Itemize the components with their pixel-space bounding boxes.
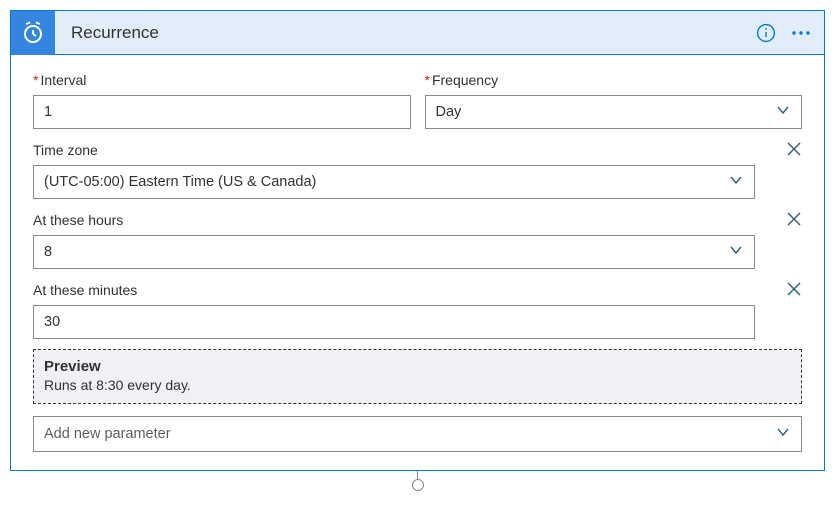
interval-field: *Interval	[33, 69, 411, 129]
timezone-remove-icon[interactable]	[786, 141, 802, 160]
minutes-field: At these minutes	[33, 279, 802, 339]
card-header[interactable]: Recurrence	[11, 11, 824, 55]
hours-label: At these hours	[33, 212, 123, 228]
connector-line	[417, 471, 418, 479]
connector	[10, 471, 825, 491]
info-icon[interactable]	[756, 23, 776, 43]
preview-text: Runs at 8:30 every day.	[44, 377, 791, 393]
minutes-label: At these minutes	[33, 282, 137, 298]
preview-box: Preview Runs at 8:30 every day.	[33, 349, 802, 404]
frequency-value: Day	[436, 104, 462, 120]
card-title[interactable]: Recurrence	[71, 23, 756, 43]
chevron-down-icon	[775, 102, 791, 122]
recurrence-card: Recurrence *Interval	[10, 10, 825, 471]
interval-input-wrap	[33, 95, 411, 129]
chevron-down-icon	[728, 242, 744, 262]
more-icon[interactable]	[790, 23, 812, 43]
interval-label: *Interval	[33, 72, 86, 88]
timezone-label: Time zone	[33, 142, 98, 158]
card-body: *Interval *Frequency Day	[11, 55, 824, 470]
add-parameter-select[interactable]: Add new parameter	[33, 416, 802, 452]
frequency-select[interactable]: Day	[425, 95, 803, 129]
frequency-label: *Frequency	[425, 72, 499, 88]
hours-select[interactable]: 8	[33, 235, 755, 269]
minutes-input[interactable]	[44, 306, 744, 338]
hours-value: 8	[44, 244, 52, 260]
timezone-value: (UTC-05:00) Eastern Time (US & Canada)	[44, 174, 316, 190]
chevron-down-icon	[728, 172, 744, 192]
interval-input[interactable]	[44, 96, 400, 128]
add-step-button[interactable]	[412, 479, 424, 491]
add-parameter-placeholder: Add new parameter	[44, 426, 171, 442]
minutes-remove-icon[interactable]	[786, 281, 802, 300]
timezone-select[interactable]: (UTC-05:00) Eastern Time (US & Canada)	[33, 165, 755, 199]
clock-icon	[11, 11, 55, 55]
frequency-field: *Frequency Day	[425, 69, 803, 129]
chevron-down-icon	[775, 424, 791, 444]
hours-remove-icon[interactable]	[786, 211, 802, 230]
minutes-input-wrap	[33, 305, 755, 339]
preview-title: Preview	[44, 358, 791, 375]
timezone-field: Time zone (UTC-05:00) Eastern Time (US &…	[33, 139, 802, 199]
hours-field: At these hours 8	[33, 209, 802, 269]
